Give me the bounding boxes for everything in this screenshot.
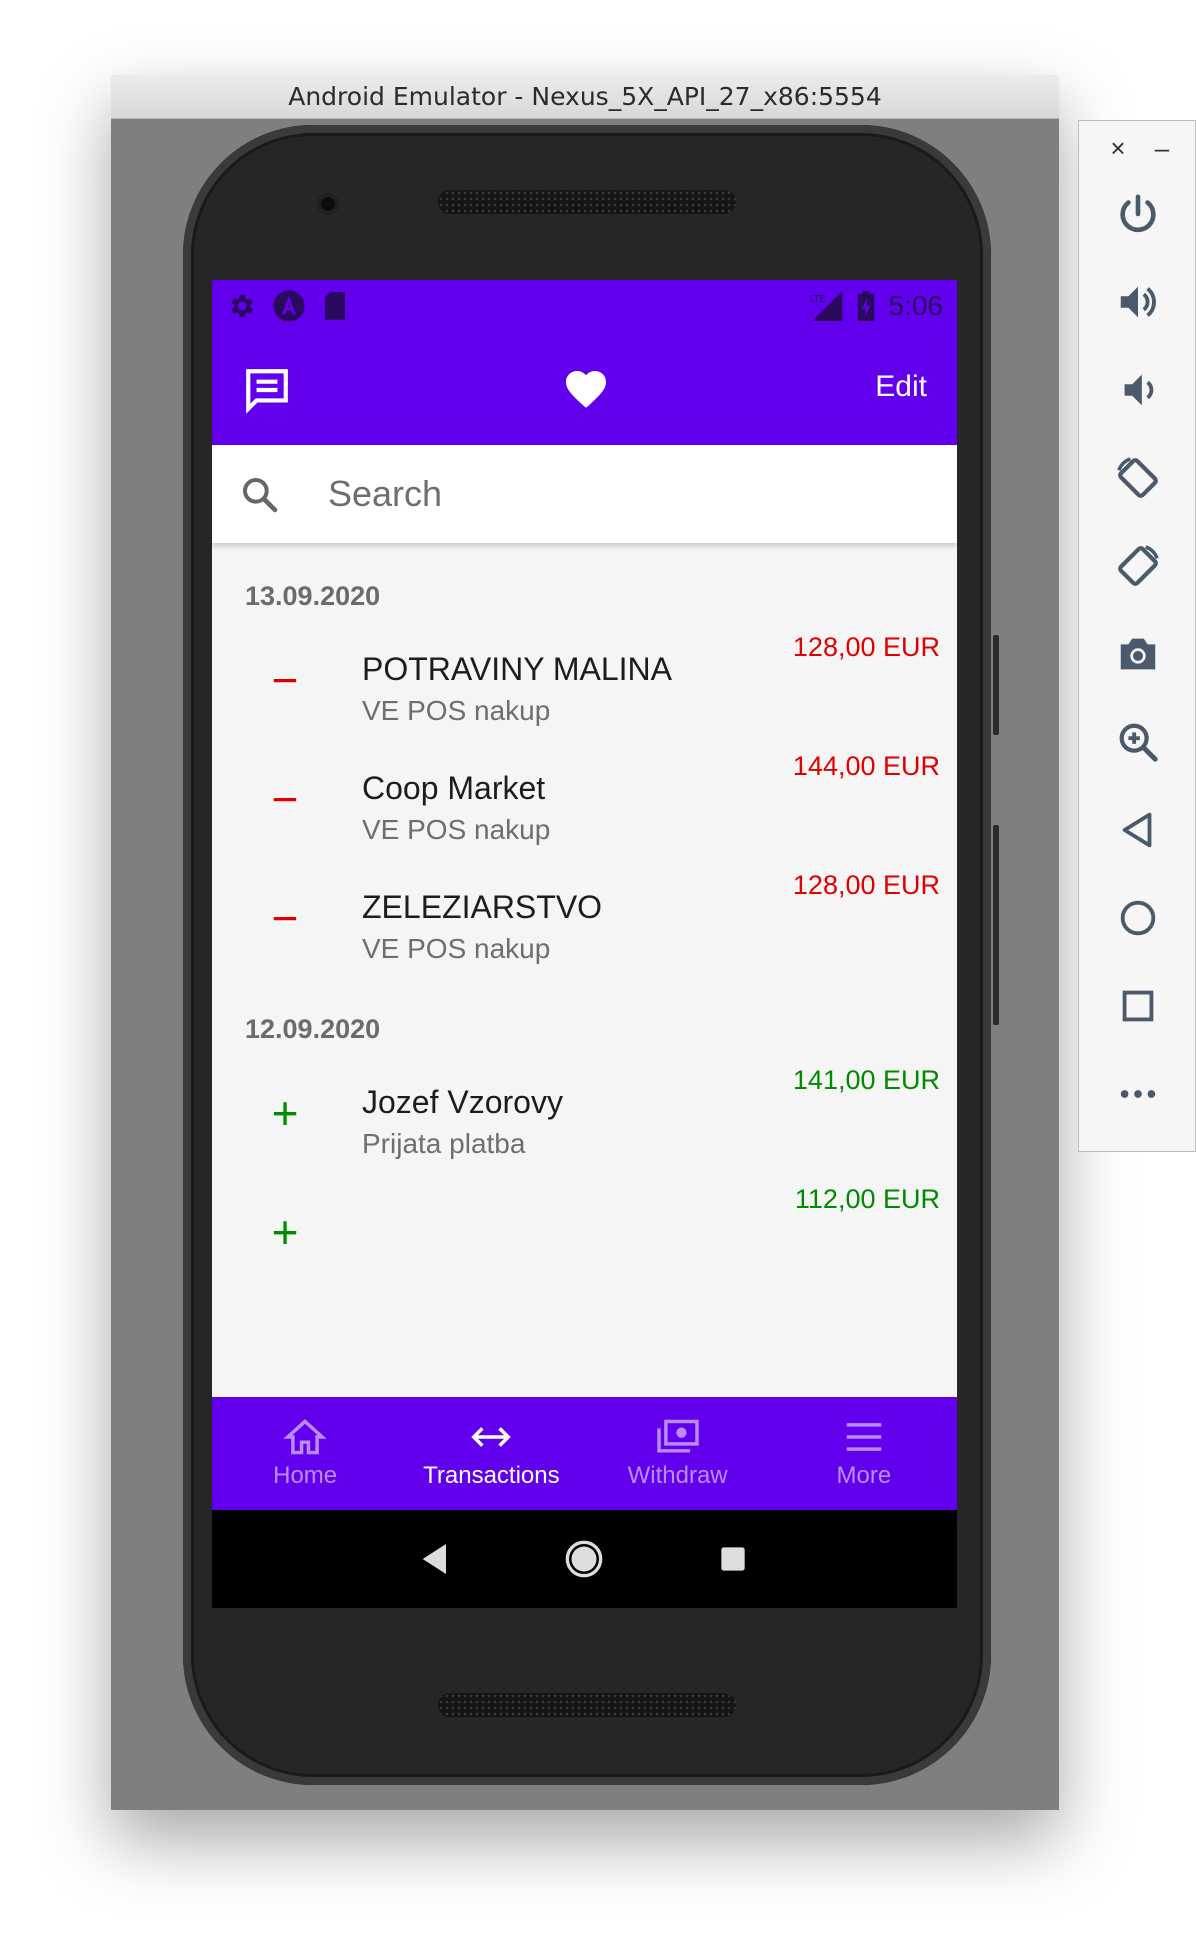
phone-volume-button xyxy=(993,825,999,1025)
nav-item-more[interactable]: More xyxy=(771,1397,957,1510)
transaction-row[interactable]: − ZELEZIARSTVO VE POS nakup 128,00 EUR xyxy=(212,859,957,1007)
toolbar-window-controls: × – xyxy=(1079,131,1196,171)
date-header: 13.09.2020 xyxy=(245,581,381,611)
nav-item-withdraw[interactable]: Withdraw xyxy=(585,1397,771,1510)
volume-down-icon[interactable] xyxy=(1115,367,1161,413)
nav-label: Home xyxy=(273,1461,338,1489)
settings-gear-icon xyxy=(231,294,253,318)
transaction-name: Coop Market xyxy=(362,770,546,806)
power-icon[interactable] xyxy=(1115,191,1161,237)
favorite-heart-icon[interactable] xyxy=(562,365,610,413)
transaction-description: VE POS nakup xyxy=(362,933,551,964)
zoom-icon[interactable] xyxy=(1115,719,1161,765)
volume-up-icon[interactable] xyxy=(1115,279,1161,325)
search-input[interactable] xyxy=(328,467,888,521)
nav-item-home[interactable]: Home xyxy=(212,1397,398,1510)
rotate-left-icon[interactable] xyxy=(1115,455,1161,501)
android-overview-icon[interactable] xyxy=(713,1539,753,1579)
date-header: 12.09.2020 xyxy=(245,1014,381,1044)
overview-icon[interactable] xyxy=(1115,983,1161,1029)
bottom-speaker xyxy=(438,1693,736,1717)
window-title: Android Emulator - Nexus_5X_API_27_x86:5… xyxy=(288,82,882,111)
nav-label: More xyxy=(836,1461,892,1489)
debit-minus-icon: − xyxy=(271,654,299,706)
emulator-side-toolbar: × – xyxy=(1078,120,1196,1152)
transaction-amount: 112,00 EUR xyxy=(794,1184,940,1214)
android-home-icon[interactable] xyxy=(564,1539,604,1579)
minimize-icon[interactable]: – xyxy=(1149,131,1175,165)
transaction-name: POTRAVINY MALINA xyxy=(362,651,672,687)
status-time: 5:06 xyxy=(888,290,944,321)
transaction-row[interactable]: + 112,00 EUR xyxy=(212,1173,957,1321)
debit-minus-icon: − xyxy=(271,773,299,825)
camera-icon[interactable] xyxy=(1115,631,1161,677)
edit-button[interactable]: Edit xyxy=(875,370,927,404)
sd-card-icon xyxy=(325,292,345,320)
transaction-name: ZELEZIARSTVO xyxy=(362,889,603,925)
app-bar: Edit xyxy=(212,332,957,445)
transaction-amount: 141,00 EUR xyxy=(792,1065,940,1095)
home-circle-icon[interactable] xyxy=(1115,895,1161,941)
search-icon xyxy=(243,478,278,513)
transaction-description: VE POS nakup xyxy=(362,695,551,726)
top-speaker xyxy=(438,190,736,214)
nav-label: Withdraw xyxy=(627,1461,728,1489)
home-icon xyxy=(283,1418,327,1454)
swap-arrows-icon xyxy=(471,1426,512,1447)
transaction-amount: 128,00 EUR xyxy=(792,870,940,900)
transaction-list[interactable]: 13.09.2020 − POTRAVINY MALINA VE POS nak… xyxy=(212,543,957,1493)
credit-plus-icon: + xyxy=(271,1087,299,1139)
debit-minus-icon: − xyxy=(271,892,299,944)
phone-side-button xyxy=(993,635,999,735)
lte-signal-icon: LTE xyxy=(809,291,842,321)
transaction-amount: 128,00 EUR xyxy=(792,632,940,662)
front-camera xyxy=(317,193,339,215)
search-bar xyxy=(212,445,957,543)
nav-label: Transactions xyxy=(423,1461,560,1489)
android-back-icon[interactable] xyxy=(416,1539,456,1579)
android-system-nav xyxy=(212,1510,957,1608)
message-icon[interactable] xyxy=(242,365,292,415)
cash-icon xyxy=(656,1419,699,1453)
nav-item-transactions[interactable]: Transactions xyxy=(398,1397,584,1510)
network-type-label: LTE xyxy=(809,294,825,305)
device-screen: LTE 5:06 Edit 13.09.2020 xyxy=(212,280,957,1608)
more-icon[interactable] xyxy=(1115,1071,1161,1117)
transaction-description: Prijata platba xyxy=(362,1128,526,1159)
credit-plus-icon: + xyxy=(271,1206,299,1258)
status-bar: LTE 5:06 xyxy=(212,280,957,332)
transaction-amount: 144,00 EUR xyxy=(792,751,940,781)
back-icon[interactable] xyxy=(1115,807,1161,853)
rotate-right-icon[interactable] xyxy=(1115,543,1161,589)
menu-icon xyxy=(846,1422,882,1451)
battery-charging-icon xyxy=(857,291,874,321)
bottom-navigation: Home Transactions Withdraw More xyxy=(212,1397,957,1510)
app-notification-icon xyxy=(273,290,305,322)
transaction-description: VE POS nakup xyxy=(362,814,551,845)
close-icon[interactable]: × xyxy=(1105,131,1131,165)
transaction-name: Jozef Vzorovy xyxy=(362,1084,563,1120)
window-titlebar[interactable]: Android Emulator - Nexus_5X_API_27_x86:5… xyxy=(111,75,1059,119)
